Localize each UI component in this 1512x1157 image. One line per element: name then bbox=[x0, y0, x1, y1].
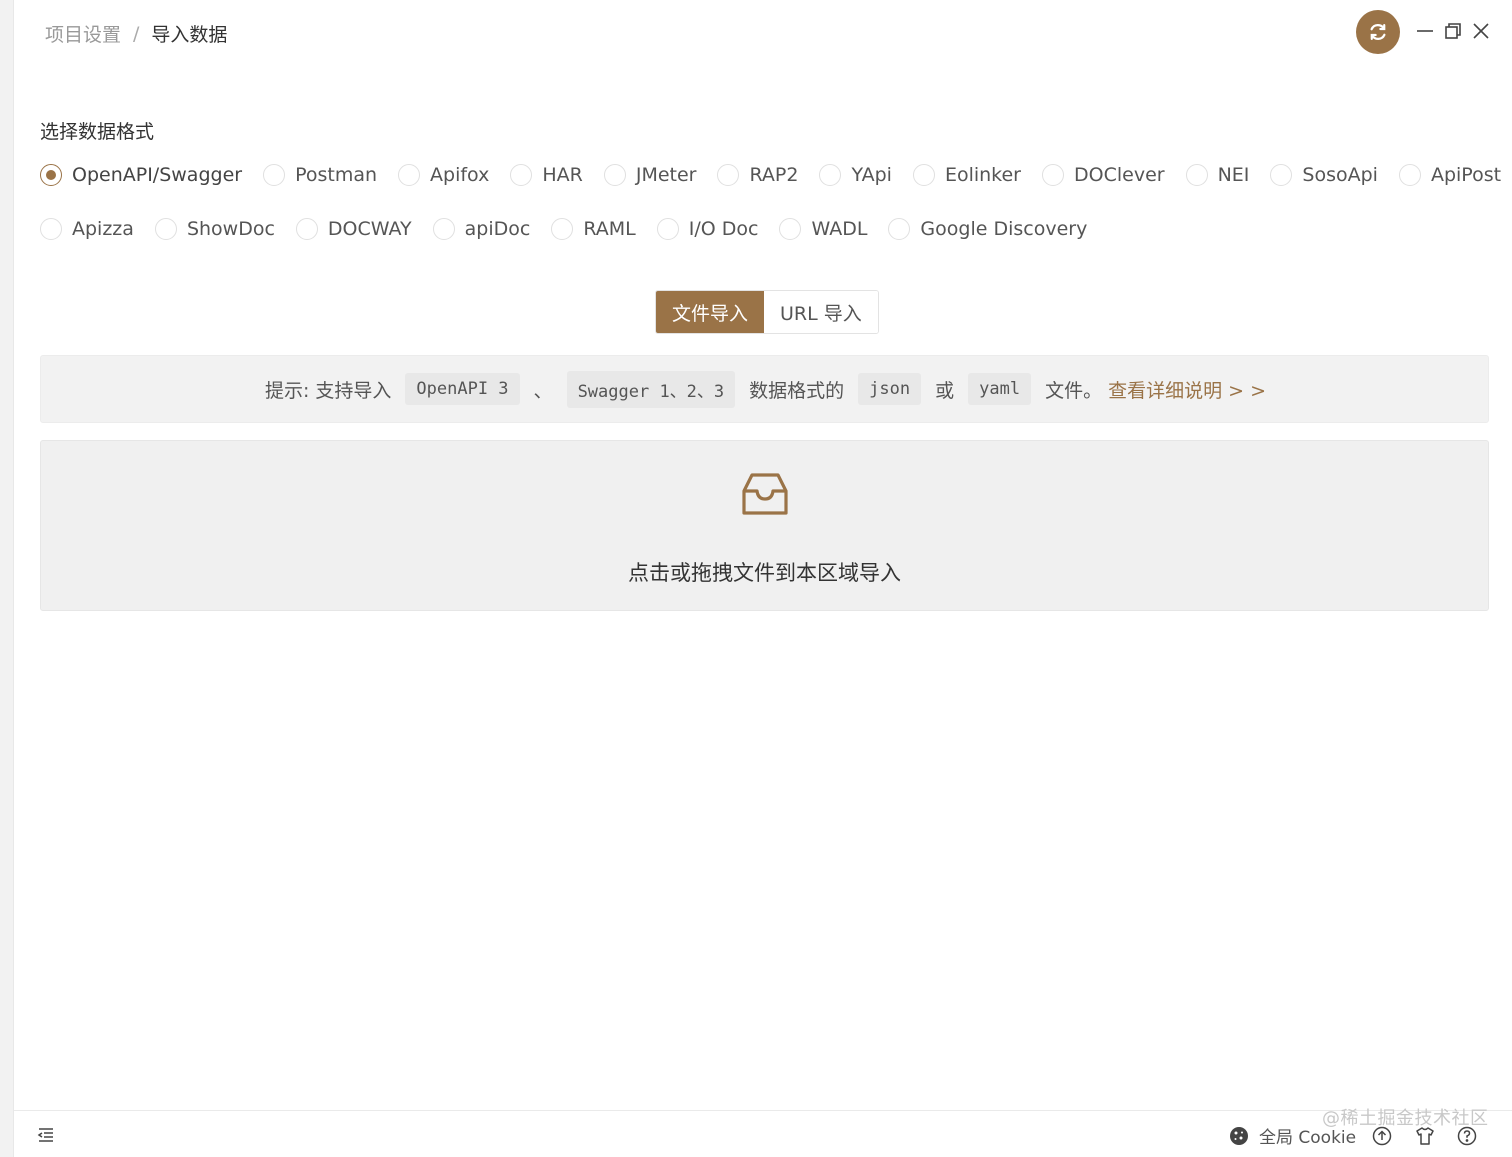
radio-nei[interactable]: NEI bbox=[1185, 164, 1250, 186]
hint-suffix: 文件。 bbox=[1045, 379, 1103, 402]
radio-doclever[interactable]: DOClever bbox=[1042, 164, 1165, 186]
breadcrumb-import-data: 导入数据 bbox=[151, 24, 228, 46]
tab-url-import[interactable]: URL 导入 bbox=[764, 291, 878, 333]
radio-har[interactable]: HAR bbox=[510, 164, 583, 186]
radio-google-discovery[interactable]: Google Discovery bbox=[888, 218, 1087, 240]
close-icon[interactable] bbox=[1468, 18, 1494, 44]
hint-code-swagger: Swagger 1、2、3 bbox=[566, 370, 736, 408]
radio-circle[interactable] bbox=[717, 164, 740, 186]
radio-label: I/O Doc bbox=[688, 218, 759, 240]
main-panel: 项目设置 / 导入数据 选择数据格式 OpenAPI/Swagger Postm… bbox=[14, 0, 1512, 1157]
restore-icon[interactable] bbox=[1440, 18, 1466, 44]
hint-code-openapi: OpenAPI 3 bbox=[405, 373, 520, 405]
sync-icon bbox=[1370, 24, 1386, 40]
radio-circle[interactable] bbox=[888, 218, 911, 240]
radio-rap2[interactable]: RAP2 bbox=[717, 164, 798, 186]
radio-label: DOClever bbox=[1074, 164, 1165, 186]
status-bar: 全局 Cookie bbox=[14, 1110, 1512, 1157]
radio-label: Apizza bbox=[72, 218, 134, 240]
radio-label: apiDoc bbox=[464, 218, 531, 240]
radio-label: RAP2 bbox=[749, 164, 799, 186]
radio-circle[interactable] bbox=[398, 164, 421, 186]
radio-label: JMeter bbox=[635, 164, 697, 186]
radio-yapi[interactable]: YApi bbox=[819, 164, 892, 186]
radio-circle[interactable] bbox=[1398, 164, 1421, 186]
radio-docway[interactable]: DOCWAY bbox=[295, 218, 412, 240]
hint-code-json: json bbox=[858, 373, 922, 405]
radio-circle[interactable] bbox=[432, 218, 455, 240]
radio-label: SosoApi bbox=[1302, 164, 1378, 186]
radio-label: DOCWAY bbox=[327, 218, 412, 240]
radio-openapi-swagger[interactable]: OpenAPI/Swagger bbox=[40, 164, 242, 186]
format-radio-group-row2: Apizza ShowDoc DOCWAY apiDoc RAML I/O Do… bbox=[40, 218, 1108, 240]
radio-apidoc[interactable]: apiDoc bbox=[432, 218, 531, 240]
radio-apizza[interactable]: Apizza bbox=[40, 218, 134, 240]
breadcrumb-separator: / bbox=[133, 22, 140, 45]
radio-circle[interactable] bbox=[603, 164, 626, 186]
radio-label: NEI bbox=[1217, 164, 1250, 186]
radio-label: HAR bbox=[542, 164, 583, 186]
section-title: 选择数据格式 bbox=[40, 121, 155, 143]
radio-eolinker[interactable]: Eolinker bbox=[912, 164, 1021, 186]
radio-raml[interactable]: RAML bbox=[551, 218, 636, 240]
view-details-link[interactable]: 查看详细说明 > > bbox=[1108, 376, 1266, 403]
radio-wadl[interactable]: WADL bbox=[779, 218, 867, 240]
breadcrumb-project-settings[interactable]: 项目设置 bbox=[45, 20, 121, 47]
radio-circle[interactable] bbox=[656, 218, 679, 240]
minimize-icon[interactable] bbox=[1412, 18, 1438, 44]
hint-prefix: 提示: 支持导入 bbox=[264, 379, 392, 402]
radio-circle[interactable] bbox=[295, 218, 318, 240]
radio-label: YApi bbox=[851, 164, 892, 186]
inbox-icon bbox=[742, 473, 788, 515]
dropzone-text: 点击或拖拽文件到本区域导入 bbox=[628, 561, 901, 585]
radio-label: Google Discovery bbox=[920, 218, 1088, 240]
radio-circle[interactable] bbox=[154, 218, 177, 240]
watermark: @稀土掘金技术社区 bbox=[1322, 1108, 1489, 1129]
radio-circle[interactable] bbox=[819, 164, 842, 186]
cookie-icon bbox=[1230, 1126, 1248, 1145]
radio-circle[interactable] bbox=[1042, 164, 1064, 186]
hint-mid: 数据格式的 bbox=[749, 379, 845, 402]
radio-label: RAML bbox=[583, 218, 636, 240]
radio-label: WADL bbox=[811, 218, 868, 240]
radio-circle[interactable] bbox=[510, 164, 533, 186]
breadcrumb: 项目设置 / 导入数据 bbox=[45, 20, 227, 47]
radio-apipost[interactable]: ApiPost bbox=[1398, 164, 1502, 186]
hint-or: 或 bbox=[935, 379, 955, 402]
radio-showdoc[interactable]: ShowDoc bbox=[154, 218, 275, 240]
collapse-sidebar-icon[interactable] bbox=[36, 1125, 56, 1145]
left-sidebar-strip bbox=[0, 0, 14, 1157]
hint-code-yaml: yaml bbox=[968, 373, 1032, 405]
radio-label: ShowDoc bbox=[186, 218, 275, 240]
hint-bar: 提示: 支持导入 OpenAPI 3 、 Swagger 1、2、3 数据格式的… bbox=[40, 355, 1489, 423]
radio-label: Postman bbox=[295, 164, 378, 186]
radio-circle[interactable] bbox=[263, 164, 286, 186]
hint-separator: 、 bbox=[533, 379, 553, 402]
radio-postman[interactable]: Postman bbox=[263, 164, 377, 186]
radio-apifox[interactable]: Apifox bbox=[398, 164, 489, 186]
radio-circle[interactable] bbox=[912, 164, 935, 186]
radio-label: Eolinker bbox=[944, 164, 1021, 186]
radio-label: ApiPost bbox=[1430, 164, 1502, 186]
radio-circle[interactable] bbox=[40, 164, 62, 186]
sync-button[interactable] bbox=[1356, 10, 1400, 54]
tab-file-import[interactable]: 文件导入 bbox=[656, 291, 765, 333]
radio-circle[interactable] bbox=[551, 218, 574, 240]
radio-circle[interactable] bbox=[779, 218, 802, 240]
radio-circle[interactable] bbox=[1185, 164, 1208, 186]
radio-sosoapi[interactable]: SosoApi bbox=[1270, 164, 1378, 186]
radio-jmeter[interactable]: JMeter bbox=[603, 164, 697, 186]
file-dropzone[interactable]: 点击或拖拽文件到本区域导入 bbox=[40, 440, 1489, 611]
radio-circle[interactable] bbox=[40, 218, 62, 240]
radio-label: OpenAPI/Swagger bbox=[72, 164, 243, 186]
radio-label: Apifox bbox=[430, 164, 490, 186]
format-radio-group-row1: OpenAPI/Swagger Postman Apifox HAR JMete… bbox=[40, 164, 1512, 186]
import-mode-tabs: 文件导入 URL 导入 bbox=[655, 290, 879, 334]
radio-io-doc[interactable]: I/O Doc bbox=[656, 218, 759, 240]
radio-circle[interactable] bbox=[1270, 164, 1293, 186]
